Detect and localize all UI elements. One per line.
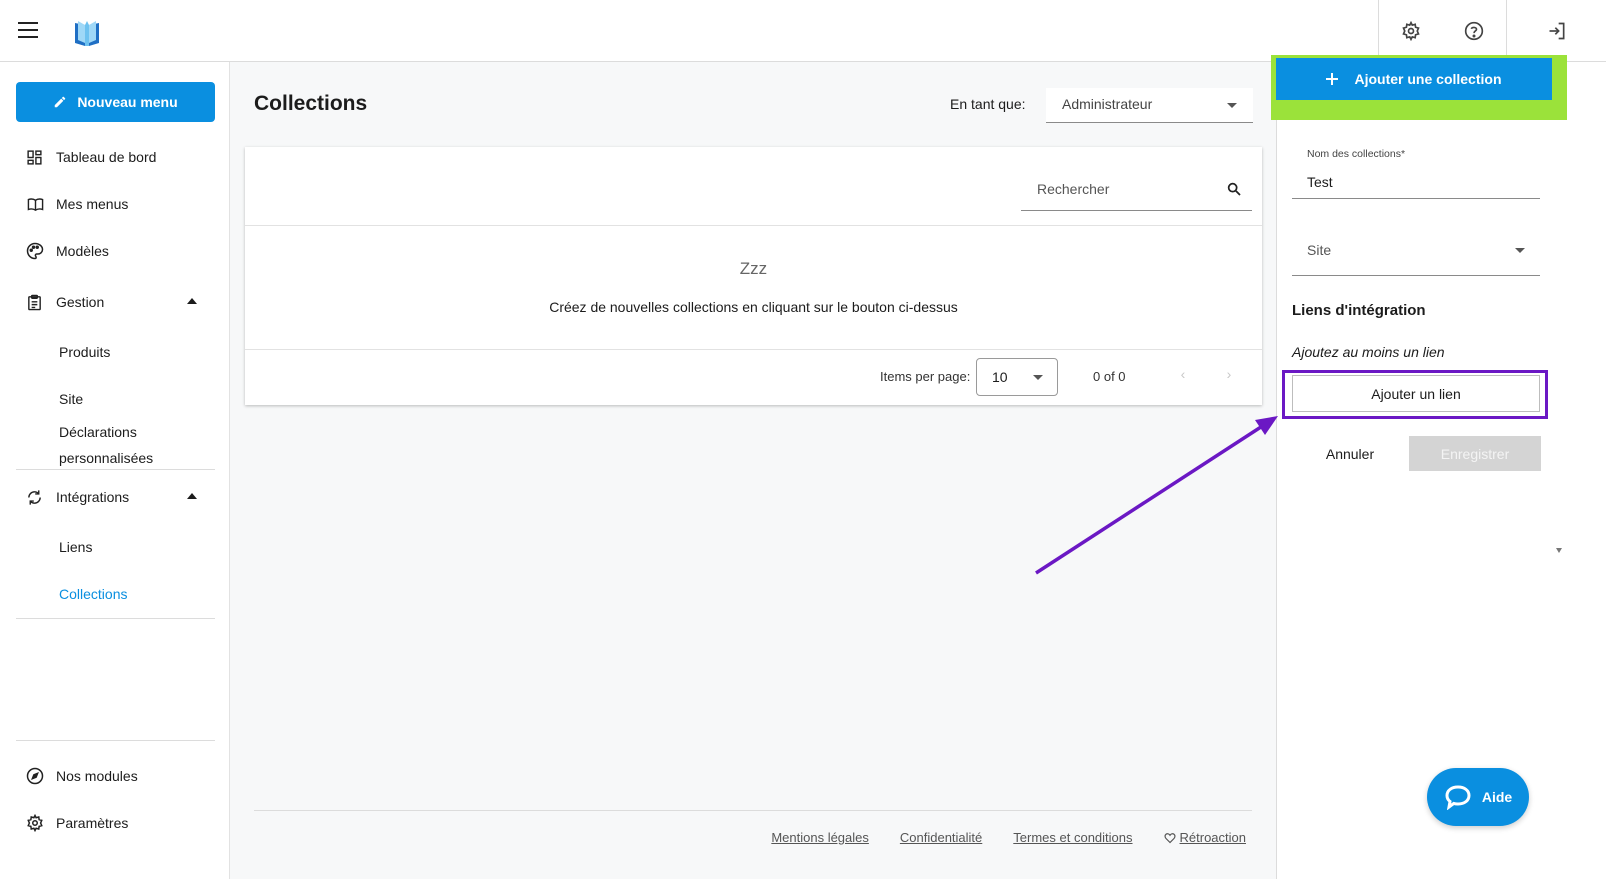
integration-links-hint: Ajoutez au moins un lien	[1292, 344, 1445, 360]
scroll-down-icon[interactable]	[1556, 548, 1562, 553]
site-select[interactable]: Site	[1292, 228, 1540, 276]
empty-state-title: Zzz	[739, 259, 768, 278]
gear-icon	[1401, 21, 1420, 41]
chevron-down-icon	[1515, 248, 1525, 253]
settings-button[interactable]	[1378, 0, 1442, 62]
site-select-placeholder: Site	[1307, 242, 1332, 258]
sidebar-item-label: Paramètres	[56, 815, 129, 831]
book-logo-icon[interactable]	[74, 19, 100, 47]
pencil-icon	[55, 96, 66, 108]
search-box	[1021, 169, 1252, 211]
new-menu-label: Nouveau menu	[77, 94, 178, 110]
collection-name-label: Nom des collections*	[1307, 148, 1406, 160]
collapse-caret-icon[interactable]	[187, 298, 197, 304]
sidebar-item-label: Tableau de bord	[56, 149, 157, 165]
sidebar-item-label: Gestion	[56, 294, 105, 310]
next-page-button[interactable]: ›	[1217, 362, 1241, 386]
open-book-icon	[27, 197, 44, 211]
heart-icon	[1163, 832, 1176, 843]
clipboard-icon	[28, 294, 41, 310]
items-per-page-value: 10	[992, 369, 1008, 385]
chevron-down-icon	[1227, 103, 1237, 108]
top-bar	[0, 0, 1606, 62]
sidebar-item-label: Mes menus	[56, 196, 129, 212]
items-per-page-label: Items per page:	[880, 369, 971, 384]
help-label: Aide	[1481, 789, 1513, 805]
search-input[interactable]	[1021, 169, 1221, 209]
sidebar-item-modules[interactable]: Nos modules	[16, 758, 215, 794]
sidebar-divider	[16, 740, 215, 741]
sidebar-subitem-site[interactable]: Site	[59, 386, 83, 412]
search-icon[interactable]	[1226, 181, 1242, 197]
sidebar-item-label: Nos modules	[56, 768, 138, 784]
footer-links: Mentions légales Confidentialité Termes …	[771, 830, 1246, 845]
footer-link-terms[interactable]: Termes et conditions	[1013, 830, 1132, 845]
dashboard-icon	[27, 149, 42, 165]
add-collection-button[interactable]: Ajouter une collection	[1276, 58, 1552, 100]
collection-form-panel: Ajouter une collection Nom des collectio…	[1271, 55, 1567, 879]
chat-bubble-icon	[1445, 785, 1471, 810]
collection-name-input[interactable]	[1292, 165, 1540, 199]
compass-icon	[26, 767, 44, 785]
page-title: Collections	[254, 92, 368, 115]
sidebar-item-gestion[interactable]: Gestion	[16, 284, 215, 320]
sidebar-subitem-links[interactable]: Liens	[59, 534, 92, 560]
sidebar-subitem-products[interactable]: Produits	[59, 339, 110, 365]
hamburger-icon[interactable]	[18, 22, 38, 38]
highlight-box-green: Ajouter une collection	[1271, 55, 1567, 120]
empty-state-message: Créez de nouvelles collections en cliqua…	[549, 299, 958, 315]
plus-icon	[1326, 73, 1339, 85]
role-select[interactable]: Administrateur	[1046, 88, 1253, 123]
new-menu-button[interactable]: Nouveau menu	[16, 82, 215, 122]
chevron-down-icon	[1033, 375, 1043, 380]
sidebar-subitem-label-line1: Déclarations	[59, 424, 137, 440]
logout-button[interactable]	[1506, 0, 1606, 62]
sidebar-item-dashboard[interactable]: Tableau de bord	[16, 139, 215, 175]
help-button[interactable]	[1442, 0, 1506, 62]
sidebar-subitem-label-line2: personnalisées	[59, 450, 154, 466]
sidebar-item-label: Modèles	[56, 243, 109, 259]
help-circle-icon	[1464, 21, 1484, 41]
integration-links-title: Liens d'intégration	[1292, 302, 1426, 319]
pagination-range: 0 of 0	[1093, 369, 1126, 384]
sidebar-divider	[16, 618, 215, 619]
add-link-button[interactable]: Ajouter un lien	[1292, 375, 1540, 412]
save-button[interactable]: Enregistrer	[1409, 436, 1541, 471]
cancel-button[interactable]: Annuler	[1305, 437, 1395, 471]
palette-icon	[26, 242, 44, 260]
sidebar-divider	[16, 469, 215, 470]
role-label: En tant que:	[950, 96, 1026, 112]
footer-divider	[254, 810, 1252, 811]
logout-icon	[1549, 22, 1564, 40]
help-chat-button[interactable]: Aide	[1427, 768, 1529, 826]
footer-link-feedback[interactable]: Rétroaction	[1163, 830, 1246, 845]
sidebar-subitem-collections[interactable]: Collections	[59, 581, 127, 607]
sidebar-subitem-declarations[interactable]: Déclarations personnalisées	[59, 419, 153, 471]
sidebar-item-my-menus[interactable]: Mes menus	[16, 186, 215, 222]
add-collection-label: Ajouter une collection	[1354, 71, 1502, 87]
card-divider	[245, 349, 1262, 350]
sidebar-item-integrations[interactable]: Intégrations	[16, 479, 215, 515]
card-divider	[245, 225, 1262, 226]
collapse-caret-icon[interactable]	[187, 493, 197, 499]
items-per-page-select[interactable]: 10	[976, 358, 1058, 396]
sidebar: Nouveau menu Tableau de bord Mes menus M…	[0, 62, 230, 879]
footer-link-privacy[interactable]: Confidentialité	[900, 830, 982, 845]
sidebar-item-templates[interactable]: Modèles	[16, 233, 215, 269]
sidebar-item-label: Intégrations	[56, 489, 130, 505]
footer-link-legal[interactable]: Mentions légales	[771, 830, 869, 845]
sidebar-item-settings[interactable]: Paramètres	[16, 805, 215, 841]
role-select-value: Administrateur	[1062, 96, 1153, 112]
main-content: Collections En tant que: Administrateur …	[230, 62, 1276, 879]
prev-page-button[interactable]: ‹	[1171, 362, 1195, 386]
collections-table-card: Zzz Créez de nouvelles collections en cl…	[245, 147, 1262, 405]
footer-link-label: Rétroaction	[1179, 830, 1246, 845]
gear-icon	[27, 814, 43, 832]
sync-icon	[28, 489, 41, 505]
